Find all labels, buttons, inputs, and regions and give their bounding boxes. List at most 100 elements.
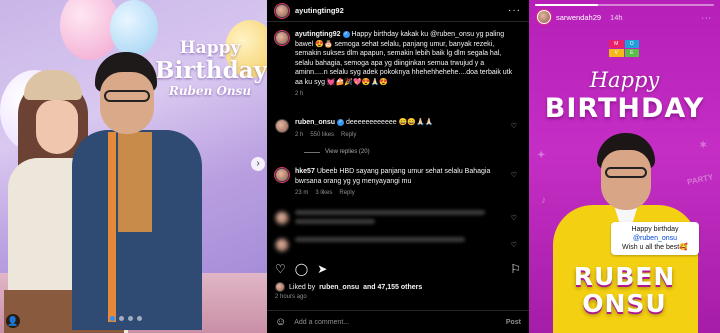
comment-time: 2 h [295,131,304,138]
story-username[interactable]: sarwendah29 [556,13,601,22]
story-progress-bar [535,4,714,6]
comment-text: deeeeeeeeeeee 😄😄🙏🏻🙏🏻 [346,119,434,126]
story-frame[interactable]: sarwendah29 14h ··· M O V E ✦ ✶ PARTY ♪ … [529,0,720,333]
liked-by-count[interactable]: and 47,155 others [363,284,422,291]
post-username[interactable]: ayutingting92 [295,6,344,15]
post-header: ayutingting92 ··· [267,0,529,22]
move-logo: M O V E [609,40,639,57]
like-heart-icon[interactable]: ♡ [275,262,286,276]
more-options-icon[interactable]: ··· [702,13,713,22]
story-time: 14h [610,12,623,22]
liked-by-user[interactable]: ruben_onsu [319,284,359,291]
avatar[interactable] [275,3,289,18]
logo-letter: M [609,40,624,48]
carousel-dot [128,316,133,321]
man-face [100,72,154,134]
comment-text: Ubeeb HBD sayang panjang umur sehat sela… [295,168,491,185]
story-happy-text: Happy [589,68,660,92]
banner-line-name: Ruben Onsu [168,84,252,98]
posted-time: 2 hours ago [275,294,307,300]
add-comment-input[interactable]: Add a comment... [294,319,349,326]
banner-line-happy: Happy [179,38,241,58]
comment-like-heart-icon[interactable]: ♡ [511,171,517,179]
carousel-dots [110,316,142,321]
doodle-decoration: ♪ [541,195,546,206]
birthday-banner: Happy Birthday Ruben Onsu [155,38,267,98]
next-photo-chevron-icon[interactable]: › [251,157,265,171]
blurred-comment: ♡ [267,237,523,252]
sticker-mention[interactable]: @ruben_onsu [633,235,677,242]
blurred-text [295,210,485,215]
blurred-comment: ♡ [267,210,523,228]
man-glasses [605,167,647,178]
comment: ruben_onsu ✓ deeeeeeeeeeee 😄😄🙏🏻🙏🏻 2 h 550… [267,118,523,140]
view-replies-label: View replies (20) [325,149,370,155]
liked-by-prefix: Liked by [289,283,316,291]
blurred-text [295,219,375,224]
liked-by: Liked by ruben_onsu and 47,155 others [275,282,422,292]
doodle-decoration: ✦ [537,150,546,161]
carousel-dot [137,316,142,321]
verified-badge-icon: ✓ [337,118,345,126]
avatar[interactable] [275,31,289,45]
more-options-icon[interactable]: ··· [508,5,521,16]
reply-button[interactable]: Reply [339,189,354,199]
post-actions: ♡ ◯ ➤ ⚐ [275,262,521,276]
banner-line-birthday: Birthday [155,57,267,84]
logo-letter: O [624,40,639,48]
story-header: sarwendah29 14h ··· [537,10,712,24]
avatar[interactable] [275,168,289,182]
comment-likes[interactable]: 550 likes [310,131,334,141]
sticker-text: Happy birthday [631,226,679,233]
story-progress-fill [535,4,598,6]
caption: ayutingting92 ✓ Happy birthday kakak ku @… [267,30,523,100]
man-face [601,150,651,210]
caption-text: Happy birthday kakak ku @ruben_onsu yg p… [295,31,513,86]
man-glasses [104,90,150,102]
tagged-people-icon[interactable]: 👤 [6,314,20,328]
comment-likes[interactable]: 3 likes [315,189,332,199]
man-shirt [118,132,152,232]
instagram-post-panel: ayutingting92 ··· ayutingting92 ✓ Happy b… [267,0,529,333]
story-name-line: RUBEN [573,262,676,291]
bookmark-icon[interactable]: ⚐ [510,262,521,276]
comment-like-heart-icon[interactable]: ♡ [511,241,517,249]
sticker-text: Wish u all the best🥰 [622,244,688,251]
avatar[interactable] [275,282,285,292]
caption-username[interactable]: ayutingting92 [295,31,341,38]
logo-letter: E [624,49,639,57]
emoji-icon[interactable]: ☺ [275,316,286,328]
comment-username[interactable]: ruben_onsu [295,119,335,126]
carousel-dot [119,316,124,321]
story-name-line: ONSU [582,289,667,318]
story-birthday-text: BIRTHDAY [544,93,705,124]
view-replies-link[interactable]: View replies (20) [304,149,370,155]
caption-time: 2 h [295,91,304,97]
story-panel: sarwendah29 14h ··· M O V E ✦ ✶ PARTY ♪ … [529,0,720,333]
comment-bubble-icon[interactable]: ◯ [295,262,308,276]
comment-time: 23 m [295,190,309,196]
comment: hke57 Ubeeb HBD sayang panjang umur seha… [267,167,523,199]
carousel-dot [110,316,115,321]
doodle-party-text: PARTY [686,172,715,187]
comment-like-heart-icon[interactable]: ♡ [511,122,517,130]
story-text-sticker: Happy birthday @ruben_onsu Wish u all th… [611,222,699,255]
add-comment-bar: ☺ Add a comment... Post [267,310,529,333]
verified-badge-icon: ✓ [342,30,350,38]
divider [304,151,320,153]
man-cardigan-trim [108,132,116,322]
avatar [275,211,289,225]
avatar [275,238,289,252]
blurred-text [295,237,465,242]
avatar[interactable] [275,119,289,133]
avatar[interactable] [537,10,551,24]
post-photo[interactable]: Happy Birthday Ruben Onsu 👤 › [0,0,267,333]
comment-username[interactable]: hke57 [295,168,315,175]
comment-like-heart-icon[interactable]: ♡ [511,214,517,222]
reply-button[interactable]: Reply [341,131,356,141]
woman-face [36,100,78,154]
post-comment-button[interactable]: Post [506,319,521,326]
share-send-icon[interactable]: ➤ [317,262,327,276]
logo-letter: V [609,49,624,57]
doodle-decoration: ✶ [699,140,708,151]
